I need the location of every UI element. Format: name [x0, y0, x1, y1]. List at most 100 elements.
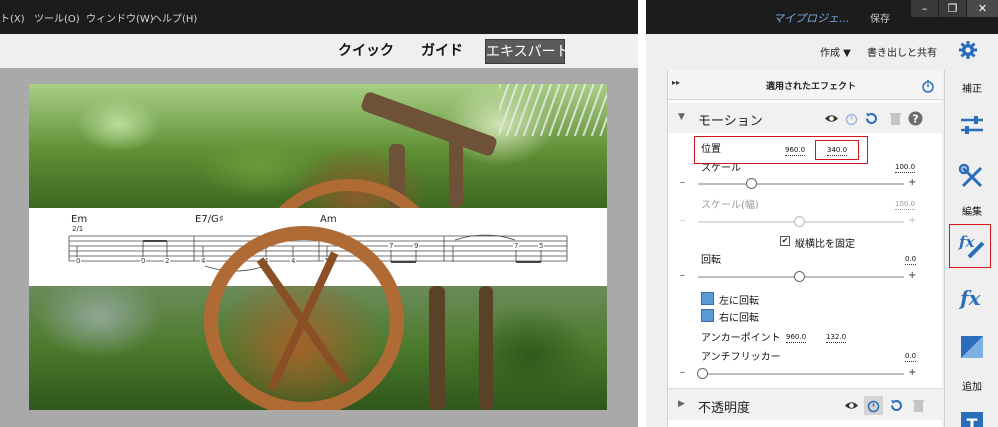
scale-value[interactable]: 100.0 [895, 163, 916, 173]
menu-item-window[interactable]: ウィンドウ(W) [86, 10, 154, 25]
effects-panel: ▸▸ 適用されたエフェクト ▼ モーション ? 位置 960.0 340.0 ス… [667, 70, 943, 427]
mode-expert-button[interactable]: エキスパート [485, 39, 570, 64]
slider-plus[interactable]: + [908, 270, 916, 281]
adjustments-icon[interactable] [957, 110, 987, 140]
slider-minus[interactable]: – [680, 367, 685, 378]
toolbar: 作成 ▼ 書き出しと共有 [646, 34, 998, 66]
anchor-y-value[interactable]: 132.0 [826, 333, 847, 343]
expand-panel-icon[interactable]: ▸▸ [672, 78, 680, 87]
scale-label: スケール [701, 163, 741, 174]
reset-icon[interactable] [864, 111, 879, 126]
rotate-right-button[interactable]: 右に回転 [719, 309, 759, 324]
applied-effects-icon[interactable]: fx [957, 231, 987, 261]
chord-label: Em [71, 214, 88, 225]
expand-triangle-icon[interactable]: ▶ [678, 399, 685, 409]
menu-item-partial[interactable]: ト(X) [0, 10, 25, 25]
fret-number: 2 [164, 257, 171, 265]
trash-icon[interactable] [911, 398, 926, 413]
chord-label: E7/G♯ [195, 214, 224, 225]
svg-text:?: ? [912, 113, 918, 126]
slider-minus[interactable]: – [680, 177, 685, 188]
titles-icon[interactable]: T [957, 408, 987, 427]
preview-image-bottom [29, 226, 607, 410]
video-preview[interactable]: Em E7/G♯ Am 2/1 0 0 2 4 4 4 5 7 9 7 5 [29, 84, 607, 410]
uniform-scale-checkbox[interactable]: ✔ [780, 236, 790, 246]
gear-icon[interactable] [958, 40, 978, 60]
svg-text:fx: fx [958, 233, 975, 251]
fret-number: 0 [140, 257, 147, 265]
eye-icon[interactable] [844, 398, 859, 413]
anchor-x-value[interactable]: 960.0 [786, 333, 807, 343]
help-icon[interactable]: ? [908, 111, 923, 126]
rotate-right-icon[interactable] [701, 309, 714, 322]
correct-label: 補正 [962, 84, 982, 95]
eye-icon[interactable] [824, 111, 839, 126]
mode-guided-button[interactable]: ガイド [418, 39, 466, 64]
uniform-scale-label: 縦横比を固定 [795, 239, 855, 250]
rotation-label: 回転 [701, 255, 721, 266]
save-button[interactable]: 保存 [870, 10, 890, 25]
antiflicker-slider-track[interactable] [698, 373, 904, 375]
panel-divider [638, 0, 646, 427]
log-shape [359, 90, 499, 158]
edit-label: 編集 [962, 207, 982, 218]
post-shape [449, 134, 463, 208]
rotation-slider-thumb[interactable] [794, 271, 805, 282]
stopwatch-icon[interactable] [921, 79, 935, 93]
close-button[interactable]: ✕ [966, 0, 998, 17]
slider-plus: + [908, 215, 917, 226]
export-share-button[interactable]: 書き出しと共有 [867, 44, 937, 59]
fret-number: 0 [75, 257, 82, 265]
restore-button[interactable]: ❐ [938, 0, 966, 17]
transitions-icon[interactable] [957, 332, 987, 362]
menu-item-tools[interactable]: ツール(O) [34, 10, 80, 25]
opacity-section-header[interactable]: ▶ 不透明度 [668, 388, 943, 420]
menu-item-help[interactable]: ヘルプ(H) [152, 10, 197, 25]
slider-plus[interactable]: + [908, 177, 916, 188]
position-label: 位置 [701, 144, 721, 155]
title-bar: マイプロジェ... 保存 – ❐ ✕ [646, 0, 998, 34]
rotate-left-button[interactable]: 左に回転 [719, 292, 759, 307]
svg-text:T: T [967, 415, 978, 427]
preview-image-top [29, 84, 607, 379]
rotate-left-icon[interactable] [701, 292, 714, 305]
scale-width-slider-thumb [794, 216, 805, 227]
motion-title: モーション [698, 114, 763, 129]
minimize-button[interactable]: – [910, 0, 938, 17]
opacity-title: 不透明度 [698, 401, 751, 416]
scale-width-value: 100.0 [895, 200, 916, 210]
fret-number: 5 [538, 242, 545, 250]
anchor-point-label: アンカーポイント [701, 333, 781, 344]
collapse-triangle-icon[interactable]: ▼ [678, 112, 685, 122]
post-shape [479, 286, 493, 410]
stopwatch-icon[interactable] [844, 111, 859, 126]
mode-quick-button[interactable]: クイック [336, 39, 396, 64]
reset-icon[interactable] [889, 398, 904, 413]
slider-minus: – [680, 215, 685, 226]
create-button[interactable]: 作成 ▼ [820, 44, 851, 59]
scale-width-label: スケール(幅) [701, 200, 759, 211]
slider-plus[interactable]: + [908, 367, 916, 378]
antiflicker-value[interactable]: 0.0 [905, 352, 917, 362]
effects-icon[interactable]: fx [957, 282, 987, 312]
effects-panel-title: 適用されたエフェクト [766, 82, 857, 92]
slider-minus[interactable]: – [680, 270, 685, 281]
project-title[interactable]: マイプロジェ... [773, 10, 850, 26]
applied-effects-window: マイプロジェ... 保存 – ❐ ✕ 作成 ▼ 書き出しと共有 ▸▸ 適用された… [646, 0, 998, 427]
post-shape [429, 286, 445, 410]
position-y-value[interactable]: 340.0 [827, 146, 848, 156]
fret-number: 4 [200, 257, 207, 265]
tools-icon[interactable] [957, 162, 987, 192]
motion-section-header[interactable]: ▼ モーション ? [668, 103, 943, 133]
trash-icon[interactable] [888, 111, 903, 126]
editor-panel: ト(X) ツール(O) ウィンドウ(W) ヘルプ(H) クイック ガイド エキス… [0, 0, 638, 427]
stopwatch-icon[interactable] [864, 396, 883, 415]
fret-number: 7 [388, 242, 395, 250]
antiflicker-slider-thumb[interactable] [697, 368, 708, 379]
chord-label: Am [320, 214, 337, 225]
rotation-value[interactable]: 0.0 [905, 255, 917, 265]
menu-bar: ト(X) ツール(O) ウィンドウ(W) ヘルプ(H) [0, 0, 638, 34]
scale-slider-thumb[interactable] [746, 178, 757, 189]
scale-slider-track[interactable] [698, 183, 904, 185]
position-x-value[interactable]: 960.0 [785, 146, 806, 156]
